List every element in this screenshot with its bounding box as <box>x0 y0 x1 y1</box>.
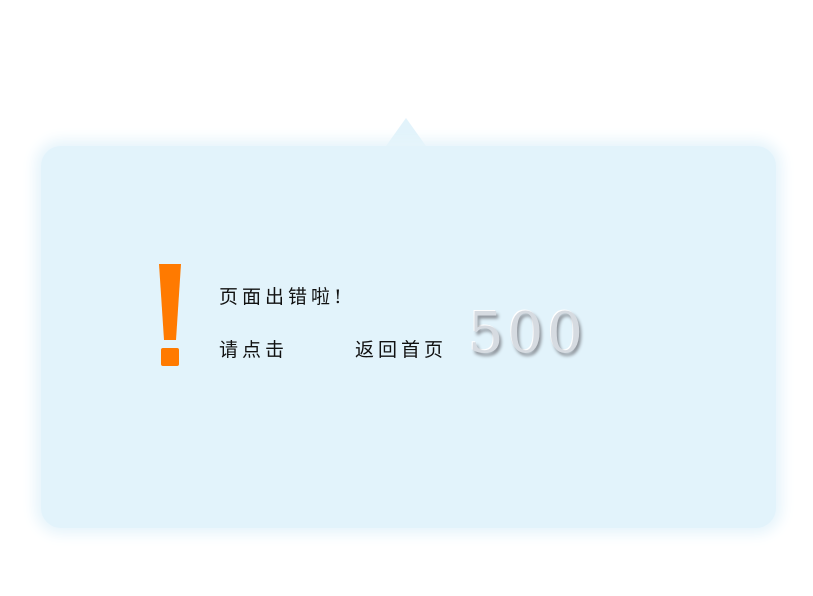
exclamation-mark-icon <box>155 262 185 370</box>
error-page: 页面出错啦! 请点击 返回首页 500 <box>0 0 813 596</box>
error-code: 500 <box>468 301 587 366</box>
click-prompt: 请点击 <box>219 339 289 361</box>
return-home-link[interactable]: 返回首页 <box>355 335 447 362</box>
error-title: 页面出错啦! <box>219 286 346 308</box>
bubble-pointer <box>386 118 426 146</box>
